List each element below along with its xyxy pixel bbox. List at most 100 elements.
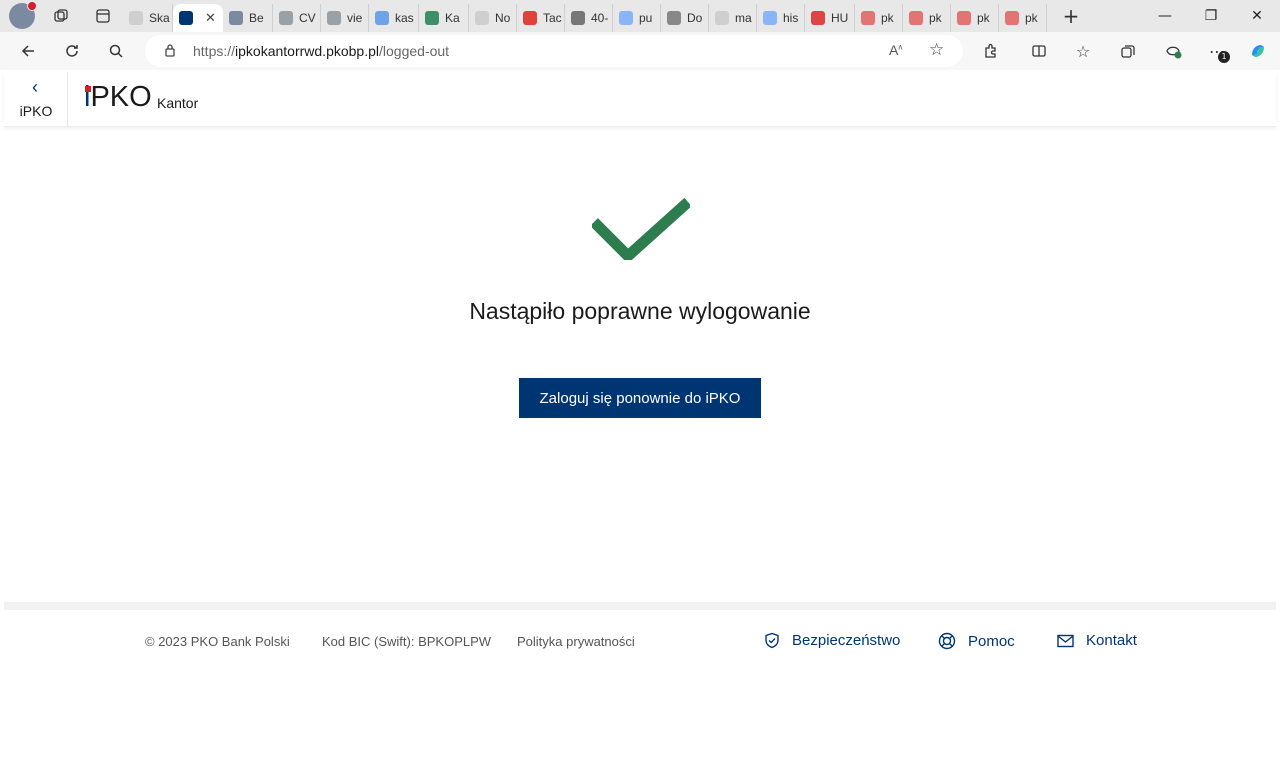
back-label: iPKO xyxy=(19,103,53,119)
url-path: /logged-out xyxy=(379,43,450,59)
browser-tab[interactable]: HU xyxy=(805,4,855,32)
search-icon[interactable] xyxy=(100,35,132,67)
browser-essentials-icon[interactable] xyxy=(1157,35,1189,67)
tab-label: pu xyxy=(639,11,653,25)
tab-favicon-icon xyxy=(861,11,875,25)
tab-label: his xyxy=(783,11,799,25)
back-icon[interactable] xyxy=(12,35,44,67)
tab-favicon-icon xyxy=(475,11,489,25)
tab-label: pk xyxy=(977,11,990,25)
tab-label: HU xyxy=(831,11,849,25)
tab-favicon-icon xyxy=(179,11,193,25)
workspaces-icon[interactable] xyxy=(49,4,73,28)
tab-favicon-icon xyxy=(523,11,537,25)
url-prefix: https:// xyxy=(193,43,236,59)
tab-label: kas xyxy=(395,11,414,25)
browser-tab[interactable]: pk xyxy=(855,4,903,32)
browser-tab[interactable]: Be xyxy=(223,4,273,32)
favorites-icon[interactable]: ☆ xyxy=(1067,35,1099,67)
address-bar[interactable]: https://ipkokantorrwd.pkobp.pl/logged-ou… xyxy=(145,35,963,67)
tab-label: pk xyxy=(929,11,942,25)
tab-label: Ka xyxy=(445,11,460,25)
login-again-button[interactable]: Zaloguj się ponownie do iPKO xyxy=(519,378,761,418)
url-host: ipkokantorrwd.pkobp.pl xyxy=(235,43,380,59)
tab-favicon-icon xyxy=(715,11,729,25)
browser-tab[interactable]: pk xyxy=(999,4,1047,32)
browser-tab[interactable]: No xyxy=(469,4,517,32)
collections-icon[interactable] xyxy=(1112,35,1144,67)
privacy-policy-link[interactable]: Polityka prywatności xyxy=(517,634,635,649)
close-tab-icon[interactable]: ✕ xyxy=(205,10,216,26)
tab-favicon-icon xyxy=(811,11,825,25)
browser-tab[interactable]: vie xyxy=(321,4,369,32)
browser-tab[interactable]: CV xyxy=(273,4,321,32)
tab-label: ma xyxy=(735,11,752,25)
tab-label: Ska xyxy=(149,11,170,25)
tab-favicon-icon xyxy=(763,11,777,25)
tab-actions-icon[interactable] xyxy=(91,4,115,28)
tab-favicon-icon xyxy=(1005,11,1019,25)
contact-link[interactable]: Kontakt xyxy=(1057,632,1137,649)
split-screen-icon[interactable] xyxy=(1023,35,1055,67)
tab-label: 40- xyxy=(591,11,609,25)
copyright-text: © 2023 PKO Bank Polski xyxy=(145,634,290,649)
browser-tab[interactable]: his xyxy=(757,4,805,32)
lifebuoy-icon xyxy=(938,632,956,650)
envelope-icon xyxy=(1057,634,1074,647)
web-page: ‹ iPKO iPKO Kantor Nastąpiło poprawne wy… xyxy=(4,72,1276,756)
new-tab-icon[interactable]: + xyxy=(1059,4,1083,28)
copilot-icon[interactable] xyxy=(1242,35,1274,67)
tab-favicon-icon xyxy=(957,11,971,25)
browser-tab[interactable]: ma xyxy=(709,4,757,32)
tab-label: pk xyxy=(881,11,894,25)
browser-tab[interactable]: pk xyxy=(951,4,999,32)
browser-tab[interactable]: Ka xyxy=(419,4,469,32)
bic-code: Kod BIC (Swift): BPKOPLPW xyxy=(322,634,492,649)
settings-more-icon[interactable]: ⋯ 1 xyxy=(1201,35,1233,67)
browser-tab-strip: Ska ✕ Be CV vie kas Ka No Tac 40- pu Do ma his HU pk pk p… xyxy=(0,0,1280,32)
browser-tab[interactable]: pu xyxy=(613,4,661,32)
back-to-ipko-link[interactable]: ‹ iPKO xyxy=(4,72,68,127)
browser-tab[interactable]: kas xyxy=(369,4,419,32)
browser-tab[interactable]: ✕ xyxy=(173,4,223,32)
browser-tab[interactable]: Do xyxy=(661,4,709,32)
checkmark-icon xyxy=(592,198,690,260)
close-window-icon[interactable]: ✕ xyxy=(1234,0,1280,32)
browser-tab[interactable]: Tac xyxy=(517,4,565,32)
tab-favicon-icon xyxy=(571,11,585,25)
tab-favicon-icon xyxy=(327,11,341,25)
browser-toolbar: https://ipkokantorrwd.pkobp.pl/logged-ou… xyxy=(0,32,1280,70)
tab-favicon-icon xyxy=(279,11,293,25)
tab-label: Do xyxy=(687,11,703,25)
tab-label: Be xyxy=(249,11,264,25)
site-header: ‹ iPKO iPKO Kantor xyxy=(4,72,1276,127)
tab-favicon-icon xyxy=(909,11,923,25)
minimize-icon[interactable]: — xyxy=(1142,0,1188,32)
browser-tab[interactable]: Ska xyxy=(123,4,173,32)
tab-label: No xyxy=(495,11,511,25)
browser-tab[interactable]: 40- xyxy=(565,4,613,32)
read-aloud-icon[interactable]: Aʌ xyxy=(889,42,902,58)
profile-avatar[interactable] xyxy=(9,1,37,29)
tab-label: CV xyxy=(299,11,316,25)
tab-label: Tac xyxy=(543,11,562,25)
tab-favicon-icon xyxy=(375,11,389,25)
notification-badge: 1 xyxy=(1218,51,1230,63)
favorite-star-icon[interactable]: ☆ xyxy=(929,40,944,60)
header-subtitle: Kantor xyxy=(157,95,199,111)
tab-favicon-icon xyxy=(619,11,633,25)
shield-icon xyxy=(765,632,779,649)
tab-favicon-icon xyxy=(229,11,243,25)
restore-icon[interactable]: ❐ xyxy=(1188,0,1234,32)
tab-favicon-icon xyxy=(425,11,439,25)
extensions-icon[interactable] xyxy=(975,35,1007,67)
logout-message: Nastąpiło poprawne wylogowanie xyxy=(469,298,811,324)
browser-tab[interactable]: pk xyxy=(903,4,951,32)
lock-icon[interactable] xyxy=(163,43,177,60)
help-link[interactable]: Pomoc xyxy=(938,632,1015,650)
refresh-icon[interactable] xyxy=(56,35,88,67)
tab-label: pk xyxy=(1025,11,1038,25)
tab-list: Ska ✕ Be CV vie kas Ka No Tac 40- pu Do ma his HU pk pk p… xyxy=(123,0,1047,32)
site-footer: © 2023 PKO Bank Polski Kod BIC (Swift): … xyxy=(4,602,1276,756)
security-link[interactable]: Bezpieczeństwo xyxy=(764,632,900,649)
